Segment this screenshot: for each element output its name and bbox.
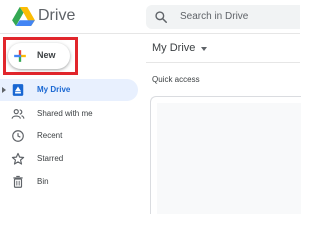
new-button[interactable]: New — [8, 43, 70, 69]
search-icon[interactable] — [154, 10, 168, 24]
sidebar-item-recent[interactable]: Recent — [0, 125, 140, 147]
file-preview[interactable] — [157, 103, 301, 214]
sidebar-item-label: Starred — [37, 154, 64, 163]
app-title[interactable]: Drive — [38, 7, 75, 25]
people-icon — [11, 109, 25, 119]
quick-access-card[interactable] — [150, 96, 301, 214]
sidebar-item-shared-with-me[interactable]: Shared with me — [0, 103, 140, 125]
search-bar[interactable]: Search in Drive — [146, 5, 300, 29]
drive-logo-icon[interactable] — [12, 7, 35, 26]
page-title[interactable]: My Drive — [152, 42, 195, 54]
my-drive-icon — [12, 84, 24, 96]
trash-icon — [13, 175, 23, 188]
sidebar-item-label: Shared with me — [37, 109, 93, 118]
plus-icon — [14, 50, 26, 62]
sidebar-item-label: Recent — [37, 131, 63, 140]
quick-access-heading: Quick access — [152, 75, 200, 84]
sidebar-item-label: Bin — [37, 177, 49, 186]
top-bar: Drive Search in Drive — [0, 0, 300, 33]
main-divider — [146, 62, 300, 63]
sidebar-item-starred[interactable]: Starred — [0, 148, 140, 170]
sidebar-item-my-drive[interactable]: My Drive — [0, 79, 138, 101]
expand-caret-icon[interactable] — [2, 87, 6, 93]
sidebar-item-label: My Drive — [37, 85, 71, 94]
new-button-label: New — [37, 50, 56, 60]
clock-icon — [12, 130, 24, 142]
chevron-down-icon[interactable] — [201, 47, 207, 51]
search-input[interactable]: Search in Drive — [180, 11, 248, 22]
sidebar-item-bin[interactable]: Bin — [0, 171, 140, 193]
header-divider — [0, 33, 300, 34]
star-icon — [11, 152, 25, 165]
